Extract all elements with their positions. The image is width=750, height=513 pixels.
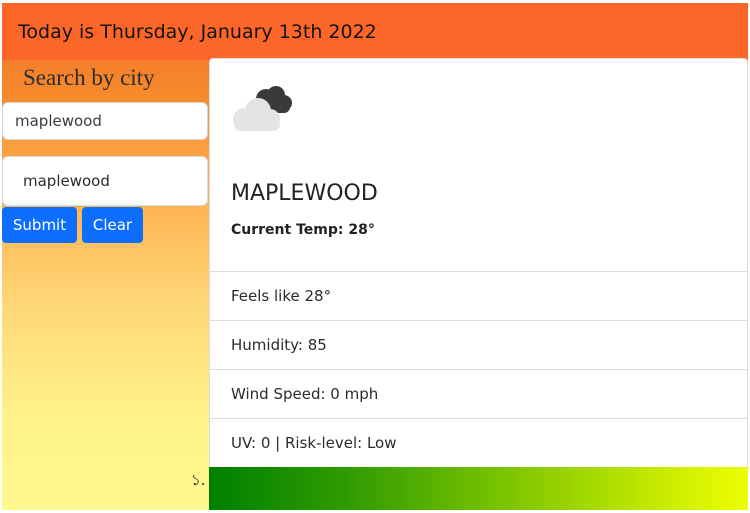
date-text: Today is Thursday, January 13th 2022 [18, 20, 377, 43]
history-item-label: maplewood [23, 172, 110, 190]
submit-button[interactable]: Submit [2, 207, 77, 243]
wind-speed-row: Wind Speed: 0 mph [210, 369, 747, 418]
cloudy-icon [233, 86, 292, 131]
uv-row: UV: 0 | Risk-level: Low [210, 418, 747, 467]
feels-like-row: Feels like 28° [210, 271, 747, 320]
feels-like-text: Feels like 28° [231, 287, 332, 305]
current-temp: Current Temp: 28° [231, 222, 375, 238]
search-title: Search by city [23, 65, 155, 90]
date-header: Today is Thursday, January 13th 2022 [2, 3, 748, 60]
app-frame: Today is Thursday, January 13th 2022 Sea… [2, 3, 748, 510]
city-name: MAPLEWOOD [231, 181, 378, 206]
humidity-row: Humidity: 85 [210, 320, 747, 369]
stray-glyph: ১. [191, 471, 206, 489]
uv-text: UV: 0 | Risk-level: Low [231, 434, 397, 452]
wind-speed-text: Wind Speed: 0 mph [231, 385, 379, 403]
uv-color-bar [209, 467, 748, 510]
search-history-item[interactable]: maplewood [2, 156, 208, 206]
weather-card: MAPLEWOOD Current Temp: 28° Feels like 2… [209, 58, 748, 470]
humidity-text: Humidity: 85 [231, 336, 327, 354]
city-search-input[interactable] [2, 102, 208, 140]
clear-button[interactable]: Clear [82, 207, 143, 243]
